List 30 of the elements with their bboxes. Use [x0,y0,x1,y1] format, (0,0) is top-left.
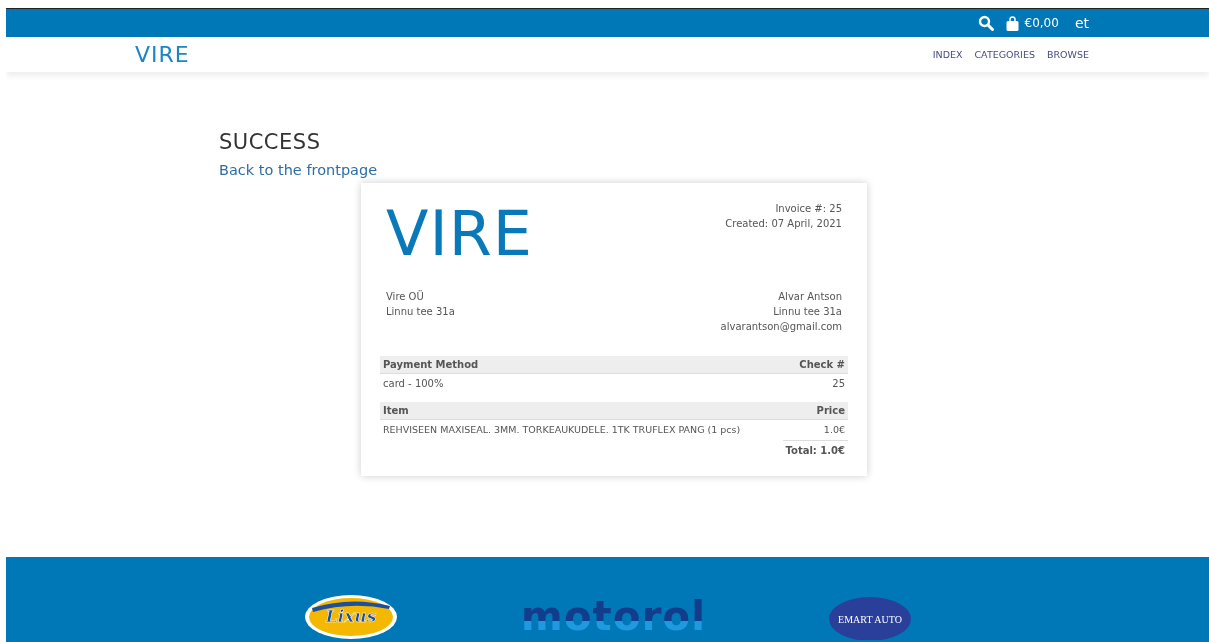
table-cell: 25 [832,378,845,389]
back-link[interactable]: Back to the frontpage [219,162,378,178]
site-logo[interactable]: VIRE [135,42,190,67]
cart-total[interactable]: €0,00 [1024,16,1059,30]
invoice-logo: VIRE [386,201,533,267]
seller-line: Vire OÜ [386,289,425,304]
nav-link[interactable]: INDEX [932,49,963,60]
brand-logo: motorol [517,594,708,640]
buyer-line: alvarantson@gmail.com [720,320,842,334]
buyer-line: Linnu tee 31a [773,305,842,319]
column-header: Price [816,405,845,416]
created-date: Created: 07 April, 2021 [725,217,842,231]
invoice-total: Total: 1.0€ [782,440,848,460]
brand-logo: EMART AUTO [827,594,912,640]
invoice-number: Invoice #: 25 [775,202,842,216]
language-label[interactable]: et [1074,15,1089,31]
search-icon[interactable] [977,15,994,31]
table-cell: REHVISEEN MAXISEAL. 3MM. TORKEAUKUDELE. 1TK TRUFLEX PANG (1 pcs) [383,424,741,435]
seller-line: Linnu tee 31a [386,305,455,319]
nav-link[interactable]: BROWSE [1046,49,1089,60]
column-header: Check # [799,359,845,370]
table-cell: 1.0€ [823,424,845,435]
buyer-line: Alvar Antson [778,290,842,304]
column-header: Payment Method [383,359,479,370]
shopping-bag-icon[interactable] [1005,15,1019,31]
column-header: Item [383,405,409,416]
brand-logo: Lixus [303,594,398,640]
table-cell: card - 100% [383,378,444,389]
nav-link[interactable]: CATEGORIES [974,49,1035,60]
page-heading: SUCCESS [219,129,322,156]
